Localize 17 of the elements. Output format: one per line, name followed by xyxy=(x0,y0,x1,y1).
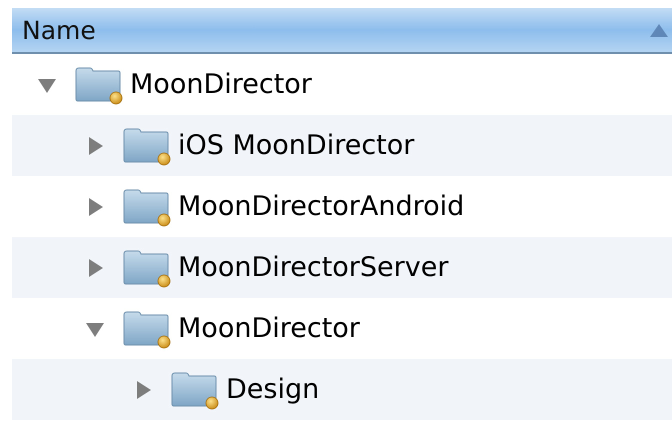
folder-icon xyxy=(122,126,172,166)
folder-row[interactable]: MoonDirectorServer xyxy=(12,237,672,298)
folder-row[interactable]: iOS MoonDirector xyxy=(12,115,672,176)
folder-name: MoonDirectorServer xyxy=(178,252,448,283)
folder-name: MoonDirector xyxy=(130,69,312,100)
column-header[interactable]: Name xyxy=(12,8,672,54)
folder-name: MoonDirector xyxy=(178,313,360,344)
folder-icon xyxy=(122,308,172,348)
column-title: Name xyxy=(22,16,96,44)
folder-name: Design xyxy=(226,374,320,405)
folder-icon xyxy=(122,186,172,226)
folder-name: MoonDirectorAndroid xyxy=(178,191,464,222)
folder-name: iOS MoonDirector xyxy=(178,130,414,161)
folder-row[interactable]: Design xyxy=(12,359,672,420)
folder-icon xyxy=(170,370,220,410)
folder-icon xyxy=(74,64,124,104)
folder-icon xyxy=(122,248,172,288)
